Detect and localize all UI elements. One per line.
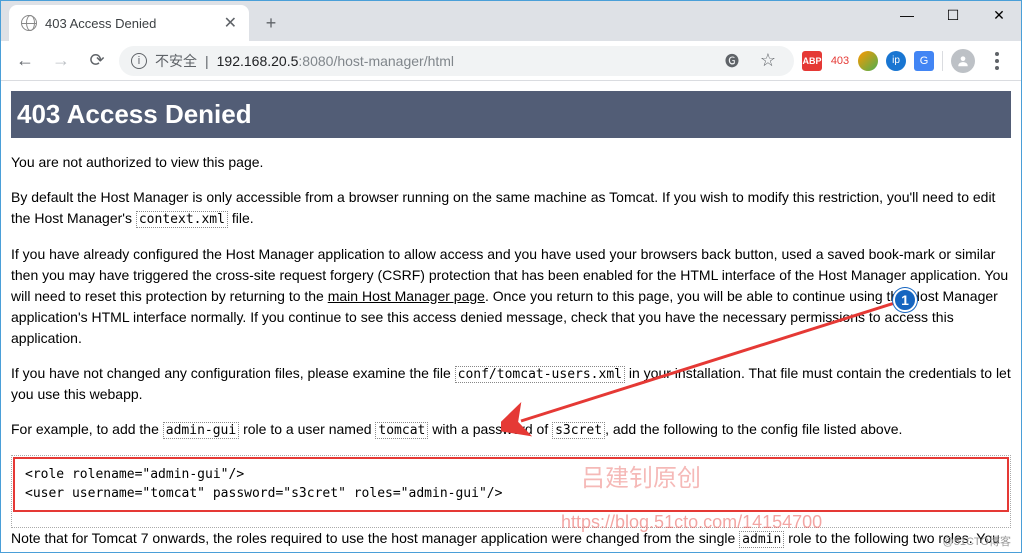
toolbar-divider <box>942 51 943 71</box>
code-block: <role rolename="admin-gui"/> <user usern… <box>13 457 1009 512</box>
window-maximize-button[interactable]: ☐ <box>930 0 976 30</box>
code-tomcat-users-xml: conf/tomcat-users.xml <box>455 366 625 383</box>
browser-tab[interactable]: 403 Access Denied ✕ <box>9 5 249 41</box>
browser-toolbar: ← → ⟳ i 不安全 | 192.168.20.5:8080/host-man… <box>1 41 1021 81</box>
globe-icon <box>21 15 37 31</box>
ip-extension-icon[interactable]: ip <box>886 51 906 71</box>
paragraph-unauthorized: You are not authorized to view this page… <box>11 152 1011 173</box>
reload-button[interactable]: ⟳ <box>83 47 111 75</box>
text: If you have not changed any configuratio… <box>11 365 455 381</box>
paragraph-default-access: By default the Host Manager is only acce… <box>11 187 1011 230</box>
tab-close-button[interactable]: ✕ <box>224 13 237 33</box>
text: For example, to add the <box>11 421 163 437</box>
text: role to a user named <box>239 421 375 437</box>
info-icon[interactable]: i <box>131 53 147 69</box>
google-translate-icon[interactable]: G <box>914 51 934 71</box>
forward-button[interactable]: → <box>47 47 75 75</box>
separator: | <box>205 53 209 69</box>
avast-icon[interactable] <box>858 51 878 71</box>
url-path: /host-manager/html <box>333 53 454 69</box>
browser-menu-button[interactable] <box>983 47 1011 75</box>
window-minimize-button[interactable]: — <box>884 0 930 30</box>
paragraph-example: For example, to add the admin-gui role t… <box>11 419 1011 441</box>
browser-tab-bar: 403 Access Denied ✕ + <box>1 1 1021 41</box>
code-s3cret: s3cret <box>552 422 605 439</box>
insecure-label: 不安全 <box>155 51 197 71</box>
text: with a password of <box>428 421 552 437</box>
watermark-author: 吕建钊原创 <box>581 461 701 497</box>
annotation-badge-1: 1 <box>893 288 917 312</box>
paragraph-csrf: If you have already configured the Host … <box>11 244 1011 349</box>
text: file. <box>228 210 254 226</box>
extension-403-icon[interactable]: 403 <box>830 51 850 71</box>
main-host-manager-link[interactable]: main Host Manager page <box>328 288 485 304</box>
code-block-border: <role rolename="admin-gui"/> <user usern… <box>11 455 1011 528</box>
user-avatar-icon[interactable] <box>951 49 975 73</box>
paragraph-tomcat7-note: Note that for Tomcat 7 onwards, the role… <box>11 528 1011 553</box>
watermark-footer: @51CTO博客 <box>943 534 1011 551</box>
watermark-url: https://blog.51cto.com/14154700 <box>561 509 822 536</box>
code-admin-gui: admin-gui <box>163 422 239 439</box>
paragraph-config-files: If you have not changed any configuratio… <box>11 363 1011 406</box>
window-close-button[interactable]: ✕ <box>976 0 1022 30</box>
address-bar[interactable]: i 不安全 | 192.168.20.5:8080/host-manager/h… <box>119 46 794 76</box>
text: , add the following to the config file l… <box>605 421 902 437</box>
code-context-xml: context.xml <box>136 211 228 228</box>
page-title: 403 Access Denied <box>11 91 1011 138</box>
url-host: 192.168.20.5 <box>217 53 299 69</box>
translate-icon[interactable]: 🅖 <box>718 47 746 75</box>
url-port: :8080 <box>298 53 333 69</box>
new-tab-button[interactable]: + <box>257 9 285 37</box>
tab-title: 403 Access Denied <box>45 16 216 31</box>
bookmark-star-icon[interactable]: ☆ <box>754 47 782 75</box>
code-tomcat-user: tomcat <box>375 422 428 439</box>
adblock-plus-icon[interactable]: ABP <box>802 51 822 71</box>
page-content: 403 Access Denied You are not authorized… <box>1 81 1021 552</box>
back-button[interactable]: ← <box>11 47 39 75</box>
